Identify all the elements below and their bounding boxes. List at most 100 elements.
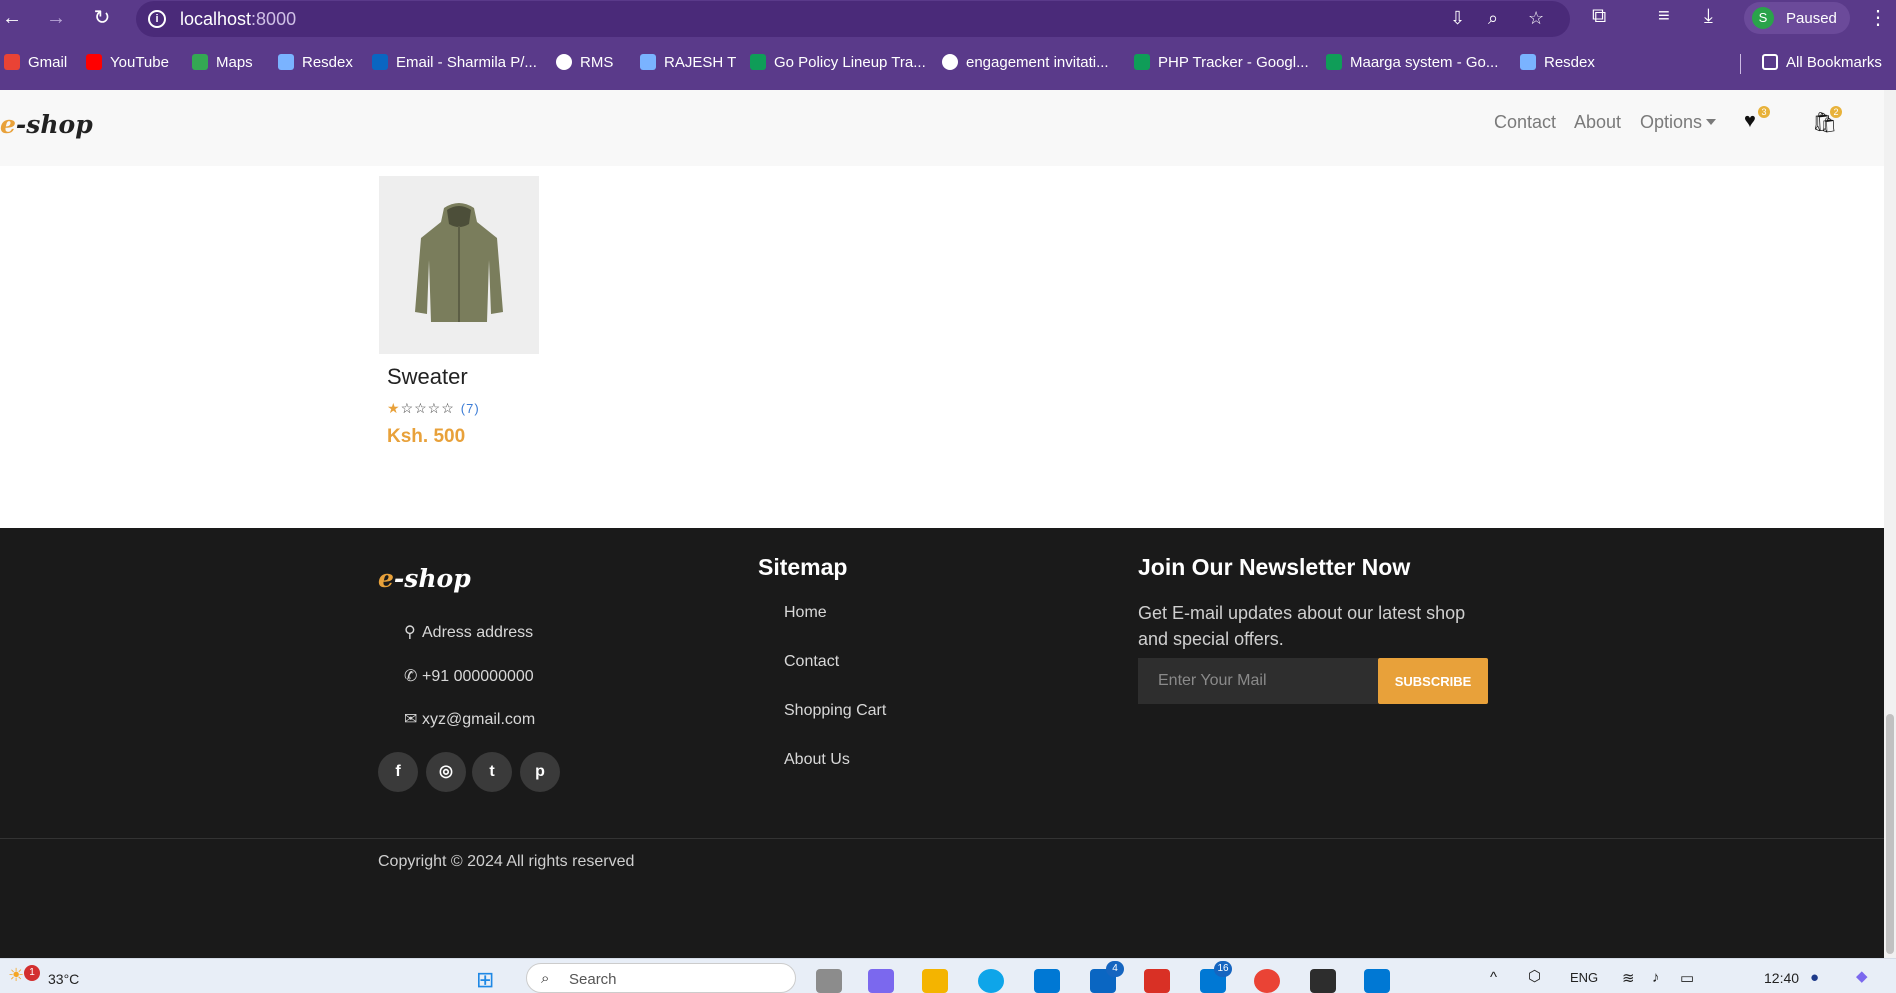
bookmark-go-policy[interactable]: Go Policy Lineup Tra... [750, 54, 926, 71]
forward-arrow-icon[interactable]: → [44, 6, 68, 30]
bookmark-star-icon[interactable]: ☆ [1528, 8, 1544, 29]
bookmark-resdex-2[interactable]: Resdex [1520, 54, 1595, 71]
site-info-icon[interactable]: i [148, 10, 166, 28]
task-view-icon[interactable] [816, 969, 842, 993]
edge-icon[interactable] [978, 969, 1004, 993]
instagram-icon[interactable]: ◎ [426, 752, 466, 792]
wishlist-count-badge: 3 [1758, 106, 1770, 118]
site-logo[interactable]: e-shop [0, 110, 93, 139]
notification-icon[interactable]: ● [1810, 969, 1819, 986]
product-name[interactable]: Sweater [387, 364, 468, 390]
file-explorer-icon[interactable] [922, 969, 948, 993]
shopping-bag-icon[interactable]: 🛍 2 [1812, 106, 1842, 135]
profile-avatar: S [1752, 7, 1774, 29]
sheets-icon [750, 54, 766, 70]
menu-kebab-icon[interactable]: ⋮ [1868, 5, 1888, 30]
battery-icon[interactable]: ▭ [1680, 969, 1694, 987]
gmail-app-icon[interactable] [1144, 969, 1170, 993]
outlook-badge: 4 [1106, 961, 1124, 977]
downloads-icon[interactable]: ⤓ [1704, 5, 1713, 28]
bookmark-rajesh[interactable]: RAJESH T [640, 54, 736, 71]
url-text[interactable]: localhost:8000 [180, 9, 296, 30]
browser-toolbar: ← → ↻ i localhost:8000 ⇩ ⌕ ☆ ⧉ ≡ ⤓ S Pau… [0, 0, 1896, 90]
google-icon [942, 54, 958, 70]
star-filled-icon: ★ [387, 400, 401, 416]
teams-icon[interactable] [868, 969, 894, 993]
twitter-icon[interactable]: t [472, 752, 512, 792]
gmail-icon [4, 54, 20, 70]
wifi-icon[interactable]: ≋ [1622, 969, 1635, 987]
copilot-icon[interactable]: ◆ [1856, 967, 1868, 985]
page-scrollbar[interactable] [1884, 90, 1896, 958]
all-bookmarks[interactable]: All Bookmarks [1762, 54, 1882, 71]
scrollbar-thumb[interactable] [1886, 714, 1894, 954]
product-image[interactable] [379, 176, 539, 354]
extensions-icon[interactable]: ⧉ [1592, 5, 1606, 28]
os-taskbar: ☀ 1 33°C ⊞ ⌕ Search 4 16 ^ ⬡ ENG ≋ ♪ ▭ 1… [0, 958, 1896, 993]
nav-contact[interactable]: Contact [1494, 112, 1556, 133]
folder-icon [1762, 54, 1778, 70]
back-arrow-icon[interactable]: ← [0, 6, 24, 30]
vscode-icon[interactable] [1364, 969, 1390, 993]
product-price: Ksh. 500 [387, 426, 466, 447]
footer-link-about[interactable]: About Us [784, 751, 850, 769]
globe-icon [556, 54, 572, 70]
facebook-icon[interactable]: f [378, 752, 418, 792]
bookmark-resdex[interactable]: Resdex [278, 54, 353, 71]
volume-icon[interactable]: ♪ [1652, 969, 1660, 986]
zoom-icon[interactable]: ⌕ [1488, 8, 1498, 29]
media-control-icon[interactable]: ≡ [1658, 5, 1670, 28]
resdex-icon [278, 54, 294, 70]
footer-address: ⚲ Adress address [404, 624, 534, 641]
bookmark-youtube[interactable]: YouTube [86, 54, 169, 71]
nav-about[interactable]: About [1574, 112, 1621, 133]
address-bar[interactable]: i localhost:8000 ⇩ ⌕ ☆ [136, 1, 1570, 37]
resdex-icon [640, 54, 656, 70]
wishlist-heart-icon[interactable]: ♥ 3 [1744, 106, 1770, 133]
footer-link-cart[interactable]: Shopping Cart [784, 702, 886, 720]
footer-logo[interactable]: e-shop [378, 564, 471, 593]
footer-phone: ✆ +91 000000000 [404, 668, 534, 685]
taskbar-search[interactable]: ⌕ Search [526, 963, 796, 993]
newsletter-description: Get E-mail updates about our latest shop… [1138, 603, 1466, 649]
chrome-icon[interactable] [1254, 969, 1280, 993]
map-marker-icon: ⚲ [404, 624, 416, 641]
site-navbar: e-shop Contact About Options ♥ 3 🛍 2 [0, 90, 1884, 166]
pinterest-icon[interactable]: p [520, 752, 560, 792]
install-app-icon[interactable]: ⇩ [1450, 8, 1465, 29]
windows-start-icon[interactable]: ⊞ [476, 967, 494, 993]
bookmark-rms[interactable]: RMS [556, 54, 613, 71]
bookmark-maarga[interactable]: Maarga system - Go... [1326, 54, 1498, 71]
site-footer: e-shop ⚲ Adress address ✆ +91 000000000 ✉ x… [0, 528, 1884, 958]
newsletter-email-input[interactable] [1138, 658, 1378, 704]
terminal-icon[interactable] [1310, 969, 1336, 993]
subscribe-button[interactable]: SUBSCRIBE [1378, 658, 1488, 704]
temperature[interactable]: 33°C [48, 971, 79, 987]
store-icon[interactable] [1034, 969, 1060, 993]
footer-divider [0, 838, 1884, 839]
weather-notification-badge: 1 [24, 965, 40, 981]
clock-time[interactable]: 12:40 [1764, 970, 1799, 986]
footer-link-home[interactable]: Home [784, 604, 827, 622]
footer-link-contact[interactable]: Contact [784, 653, 839, 671]
sheets-icon [1134, 54, 1150, 70]
reload-icon[interactable]: ↻ [90, 6, 114, 30]
resdex-icon [1520, 54, 1536, 70]
bookmark-gmail[interactable]: Gmail [4, 54, 67, 71]
weather-icon[interactable]: ☀ [8, 965, 24, 986]
bookmark-email[interactable]: Email - Sharmila P/... [372, 54, 537, 71]
review-count[interactable]: (7) [461, 401, 480, 416]
sitemap-heading: Sitemap [758, 554, 848, 580]
tray-app-icon[interactable]: ⬡ [1528, 967, 1541, 985]
language-indicator[interactable]: ENG [1570, 970, 1598, 985]
bookmark-engagement[interactable]: engagement invitati... [942, 54, 1109, 71]
newsletter-heading: Join Our Newsletter Now [1138, 554, 1411, 580]
bookmark-maps[interactable]: Maps [192, 54, 253, 71]
youtube-icon [86, 54, 102, 70]
product-card[interactable]: Sweater ★☆☆☆☆ (7) Ksh. 500 [379, 176, 539, 447]
chevron-up-icon[interactable]: ^ [1490, 969, 1497, 986]
profile-button[interactable]: S Paused [1744, 2, 1850, 34]
nav-options-dropdown[interactable]: Options [1640, 112, 1717, 133]
star-empty-icons: ☆☆☆☆ [400, 400, 455, 416]
bookmark-php-tracker[interactable]: PHP Tracker - Googl... [1134, 54, 1309, 71]
